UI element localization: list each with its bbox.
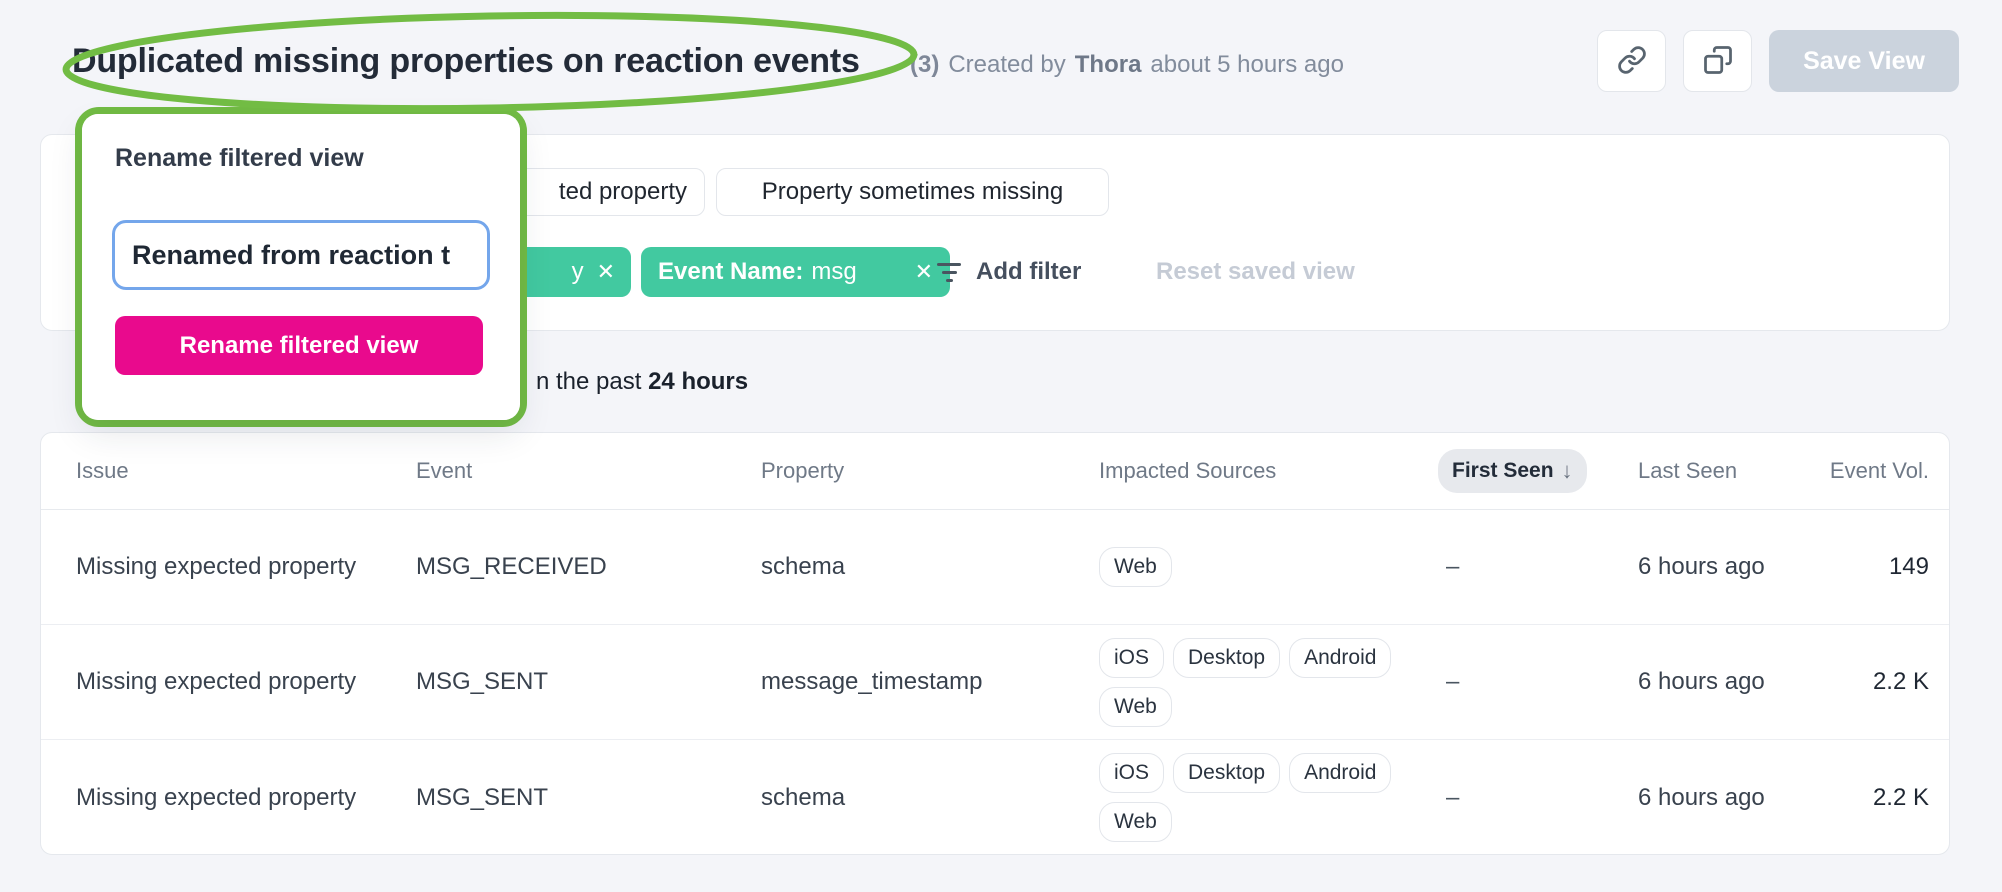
header-actions: Save View bbox=[1597, 30, 1959, 92]
table-row[interactable]: Missing expected propertyMSG_SENTschemai… bbox=[41, 740, 1949, 855]
source-pill-list: Web bbox=[1099, 547, 1419, 587]
source-pill-list: iOSDesktopAndroid Web bbox=[1099, 638, 1419, 727]
column-header-issue: Issue bbox=[76, 458, 416, 484]
add-filter-button[interactable]: Add filter bbox=[936, 247, 1081, 297]
filter-pill-key: Event Name: bbox=[658, 258, 803, 286]
title-meta: (3) Created by Thora about 5 hours ago bbox=[910, 51, 1344, 79]
issue-cell: Missing expected property bbox=[76, 553, 416, 581]
source-pill: Desktop bbox=[1173, 638, 1280, 678]
filter-pill-label: y bbox=[572, 258, 584, 286]
source-pill: Web bbox=[1099, 547, 1172, 587]
add-filter-label: Add filter bbox=[976, 258, 1081, 286]
table-body: Missing expected propertyMSG_RECEIVEDsch… bbox=[41, 510, 1949, 855]
table-header-row: Issue Event Property Impacted Sources Fi… bbox=[41, 433, 1949, 510]
copy-link-button[interactable] bbox=[1597, 30, 1666, 92]
column-header-first-seen-sort[interactable]: First Seen ↓ bbox=[1438, 449, 1587, 493]
property-cell: message_timestamp bbox=[761, 668, 1099, 696]
filter-lines-icon bbox=[936, 263, 962, 282]
sources-cell: Web bbox=[1099, 547, 1438, 587]
sort-descending-arrow-icon: ↓ bbox=[1562, 458, 1573, 484]
close-icon[interactable]: ✕ bbox=[597, 261, 615, 283]
issue-count: (3) bbox=[910, 51, 939, 79]
rename-filtered-view-button[interactable]: Rename filtered view bbox=[115, 316, 483, 375]
last-seen-cell: 6 hours ago bbox=[1638, 784, 1828, 812]
filter-pill-value: msg bbox=[811, 258, 856, 286]
event-cell: MSG_SENT bbox=[416, 784, 761, 812]
issues-view-screen: Duplicated missing properties on reactio… bbox=[0, 0, 2002, 892]
page-title: Duplicated missing properties on reactio… bbox=[72, 42, 860, 81]
summary-timeframe: 24 hours bbox=[648, 368, 748, 395]
last-seen-cell: 6 hours ago bbox=[1638, 553, 1828, 581]
rename-popover: Rename filtered view Rename filtered vie… bbox=[82, 114, 520, 420]
issue-cell: Missing expected property bbox=[76, 784, 416, 812]
view-name-input[interactable] bbox=[112, 220, 490, 290]
source-pill-list: iOSDesktopAndroid Web bbox=[1099, 753, 1419, 842]
source-pill: iOS bbox=[1099, 753, 1164, 793]
issue-cell: Missing expected property bbox=[76, 668, 416, 696]
property-cell: schema bbox=[761, 784, 1099, 812]
source-pill: Android bbox=[1289, 638, 1391, 678]
sources-cell: iOSDesktopAndroid Web bbox=[1099, 753, 1438, 842]
link-icon bbox=[1617, 45, 1647, 78]
copy-icon bbox=[1703, 45, 1733, 78]
popover-title: Rename filtered view bbox=[115, 144, 364, 173]
issues-table: Issue Event Property Impacted Sources Fi… bbox=[40, 432, 1950, 855]
event-volume-cell: 2.2 K bbox=[1828, 668, 1929, 696]
column-header-impacted-sources: Impacted Sources bbox=[1099, 458, 1438, 484]
last-seen-cell: 6 hours ago bbox=[1638, 668, 1828, 696]
created-time: about 5 hours ago bbox=[1150, 51, 1344, 79]
source-pill: iOS bbox=[1099, 638, 1164, 678]
event-cell: MSG_SENT bbox=[416, 668, 761, 696]
summary-fragment: n the past bbox=[536, 368, 648, 395]
column-header-last-seen: Last Seen bbox=[1638, 458, 1828, 484]
source-pill: Web bbox=[1099, 802, 1172, 842]
first-seen-cell: – bbox=[1438, 668, 1638, 696]
event-volume-cell: 149 bbox=[1828, 553, 1929, 581]
source-pill: Web bbox=[1099, 687, 1172, 727]
property-cell: schema bbox=[761, 553, 1099, 581]
duplicate-view-button[interactable] bbox=[1683, 30, 1752, 92]
column-header-event: Event bbox=[416, 458, 761, 484]
close-icon[interactable]: ✕ bbox=[915, 261, 933, 283]
issue-type-chip[interactable]: Property sometimes missing bbox=[716, 168, 1109, 216]
column-header-event-vol: Event Vol. bbox=[1828, 458, 1929, 484]
author-name: Thora bbox=[1075, 51, 1142, 79]
event-volume-cell: 2.2 K bbox=[1828, 784, 1929, 812]
annotation-box: Rename filtered view Rename filtered vie… bbox=[75, 107, 527, 427]
table-row[interactable]: Missing expected propertyMSG_RECEIVEDsch… bbox=[41, 510, 1949, 625]
issues-summary-text: n the past 24 hours bbox=[536, 368, 748, 396]
column-header-property: Property bbox=[761, 458, 1099, 484]
table-row[interactable]: Missing expected propertyMSG_SENTmessage… bbox=[41, 625, 1949, 740]
first-seen-cell: – bbox=[1438, 553, 1638, 581]
event-cell: MSG_RECEIVED bbox=[416, 553, 761, 581]
source-pill: Desktop bbox=[1173, 753, 1280, 793]
reset-saved-view-button[interactable]: Reset saved view bbox=[1156, 247, 1355, 297]
first-seen-cell: – bbox=[1438, 784, 1638, 812]
active-filter-pill-event-name[interactable]: Event Name: msg ✕ bbox=[641, 247, 950, 297]
save-view-button[interactable]: Save View bbox=[1769, 30, 1959, 92]
source-pill: Android bbox=[1289, 753, 1391, 793]
created-by-label: Created by bbox=[948, 51, 1065, 79]
sources-cell: iOSDesktopAndroid Web bbox=[1099, 638, 1438, 727]
first-seen-label: First Seen bbox=[1452, 459, 1554, 483]
